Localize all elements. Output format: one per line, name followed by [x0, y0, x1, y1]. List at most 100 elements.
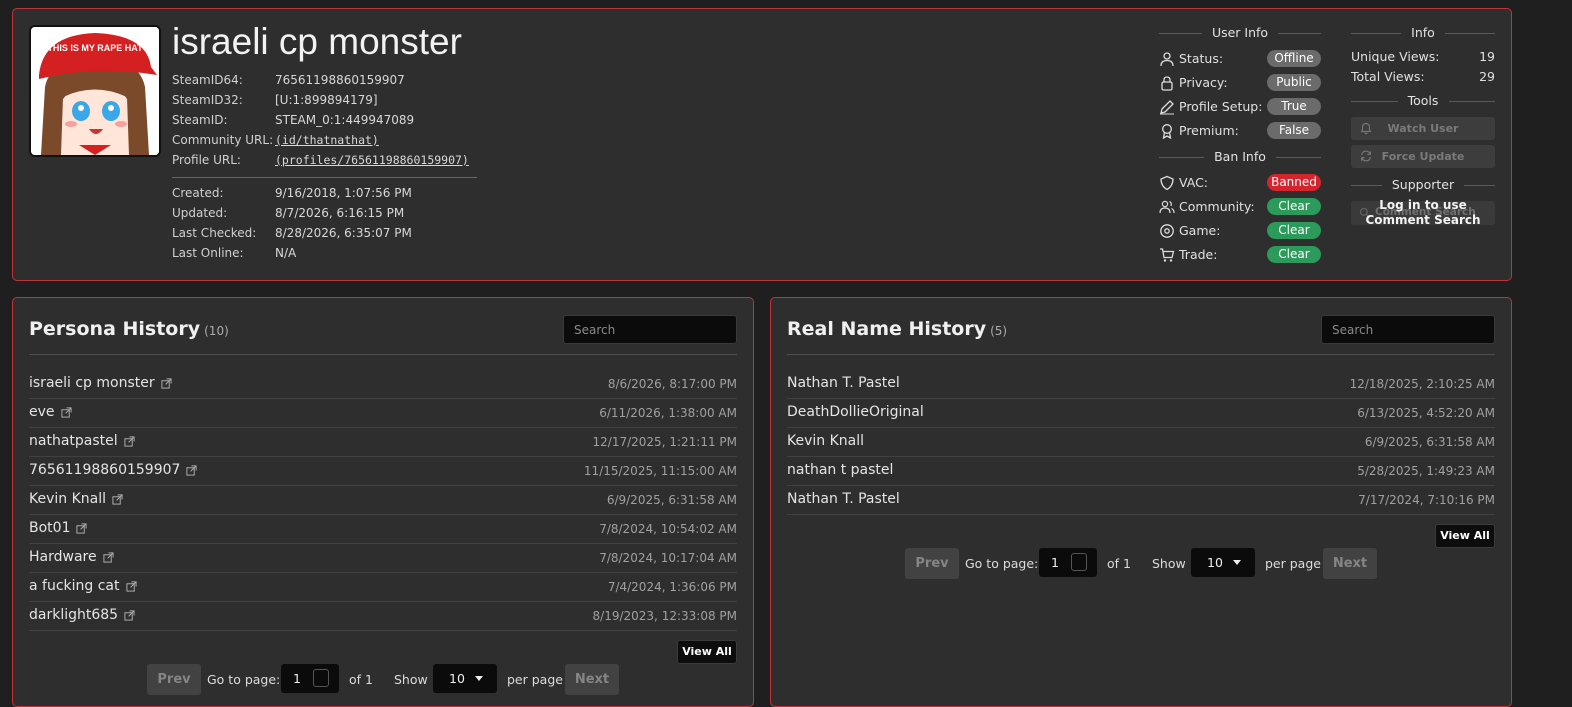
real-name-history-panel: Real Name History(5) Nathan T. Pastel 12/… [770, 297, 1512, 707]
history-date: 7/8/2024, 10:17:04 AM [599, 551, 737, 565]
profile-setup-badge: True [1267, 98, 1321, 115]
list-item: Nathan T. Pastel 12/18/2025, 2:10:25 AM [787, 371, 1495, 399]
real-name-history-list: Nathan T. Pastel 12/18/2025, 2:10:25 AM De… [787, 371, 1495, 516]
real-name-next-button[interactable]: Next [1323, 548, 1377, 579]
external-link-icon[interactable] [186, 464, 198, 476]
stepper-icon[interactable] [1071, 553, 1087, 571]
steamid-value[interactable]: STEAM_0:1:449947089 [275, 113, 414, 127]
premium-badge: False [1267, 122, 1321, 139]
real-name-page-value: 1 [1051, 555, 1059, 570]
steamid64-value[interactable]: 76561198860159907 [275, 73, 405, 87]
total-views-value: 29 [1479, 69, 1495, 84]
real-name-view-all-button[interactable]: View All [1435, 524, 1495, 548]
real-name-prev-button[interactable]: Prev [905, 548, 959, 579]
persona-per-page-label: per page [507, 672, 563, 687]
external-link-icon[interactable] [161, 377, 172, 389]
history-name[interactable]: Bot01 [29, 520, 88, 536]
list-item: nathan t pastel 5/28/2025, 1:49:23 AM [787, 458, 1495, 486]
tools-heading-text: Tools [1407, 93, 1439, 108]
unique-views-label: Unique Views: [1351, 49, 1440, 64]
unique-views-value: 19 [1479, 49, 1495, 64]
list-item: Kevin Knall 6/9/2025, 6:31:58 AM [29, 487, 737, 515]
steamid32-value[interactable]: [U:1:899894179] [275, 93, 378, 107]
award-icon [1162, 124, 1172, 139]
persona-history-title: Persona History (10) [29, 318, 229, 340]
divider [172, 177, 477, 178]
user-info-heading: User Info [1159, 25, 1321, 40]
divider [1448, 101, 1495, 102]
created-label: Created: [172, 186, 224, 200]
persona-show-label: Show [394, 672, 428, 687]
login-to-comment-search-text[interactable]: Log in to use Comment Search [1351, 198, 1495, 228]
history-date: 6/13/2025, 4:52:20 AM [1357, 406, 1495, 420]
history-name[interactable]: Hardware [29, 549, 114, 565]
history-name[interactable]: Kevin Knall [29, 491, 123, 507]
persona-per-page-select[interactable]: 10 [433, 664, 497, 693]
premium-row: Premium: False [1159, 121, 1321, 141]
steamid-label: SteamID: [172, 113, 228, 127]
history-name: DeathDollieOriginal [787, 404, 924, 420]
last-checked-row: Last Checked: 8/28/2026, 6:35:07 PM [172, 226, 412, 240]
history-name[interactable]: 76561198860159907 [29, 462, 198, 478]
history-name-text: Kevin Knall [787, 433, 865, 449]
external-link-icon[interactable] [112, 493, 123, 505]
steamid64-row: SteamID64: 76561198860159907 [172, 73, 405, 87]
force-update-button[interactable]: Force Update [1351, 145, 1495, 168]
history-name-text: eve [29, 404, 55, 420]
real-name-per-page-value: 10 [1207, 555, 1223, 570]
history-date: 7/8/2024, 10:54:02 AM [599, 522, 737, 536]
history-name[interactable]: darklight685 [29, 607, 135, 623]
total-views-row: Total Views: 29 [1351, 69, 1495, 84]
watch-user-button[interactable]: Watch User [1351, 117, 1495, 140]
community-url-link[interactable]: (id/thatnathat) [275, 133, 379, 147]
external-link-icon[interactable] [125, 580, 137, 592]
history-name-text: Nathan T. Pastel [787, 375, 900, 391]
external-link-icon[interactable] [60, 406, 72, 418]
list-item: eve 6/11/2026, 1:38:00 AM [29, 400, 737, 428]
persona-page-input[interactable]: 1 [281, 664, 339, 693]
avatar-hat-text: THIS IS MY RAPE HAT [47, 43, 143, 53]
trade-ban-badge: Clear [1267, 246, 1321, 263]
divider [1351, 33, 1401, 34]
status-row: Status: Offline [1159, 49, 1321, 69]
profile-panel: THIS IS MY RAPE HAT israeli cp monster S… [12, 8, 1512, 281]
divider [1445, 33, 1495, 34]
external-link-icon[interactable] [76, 522, 88, 534]
ban-info-heading-text: Ban Info [1214, 149, 1266, 164]
community-ban-badge: Clear [1267, 198, 1321, 215]
persona-per-page-value: 10 [449, 671, 465, 686]
real-name-per-page-select[interactable]: 10 [1191, 548, 1255, 577]
stepper-icon[interactable] [313, 669, 329, 687]
list-item: nathatpastel 12/17/2025, 1:21:11 PM [29, 429, 737, 457]
history-name-text: Kevin Knall [29, 491, 107, 507]
last-online-row: Last Online: N/A [172, 246, 296, 260]
persona-prev-button[interactable]: Prev [147, 664, 201, 695]
history-name[interactable]: eve [29, 404, 72, 420]
profile-setup-row: Profile Setup: True [1159, 97, 1321, 117]
history-name[interactable]: nathatpastel [29, 433, 135, 449]
persona-next-button[interactable]: Next [565, 664, 619, 695]
external-link-icon[interactable] [103, 551, 114, 563]
history-name[interactable]: a fucking cat [29, 578, 137, 594]
real-name-search-input[interactable] [1321, 315, 1495, 344]
persona-page-value: 1 [293, 671, 301, 686]
real-name-page-input[interactable]: 1 [1039, 548, 1097, 577]
history-name-text: Hardware [29, 549, 97, 565]
external-link-icon[interactable] [124, 609, 135, 621]
force-update-label: Force Update [1381, 150, 1465, 163]
persona-view-all-button[interactable]: View All [677, 640, 737, 664]
real-name-of-label: of 1 [1107, 556, 1131, 571]
trade-ban-row: Trade: Clear [1159, 245, 1321, 265]
persona-history-title-text: Persona History [29, 318, 201, 340]
list-item: 76561198860159907 11/15/2025, 11:15:00 AM [29, 458, 737, 486]
profile-url-label: Profile URL: [172, 153, 241, 167]
last-checked-value: 8/28/2026, 6:35:07 PM [275, 226, 412, 240]
history-name[interactable]: israeli cp monster [29, 375, 172, 391]
comment-search-button[interactable]: Comment Search Log in to use Comment Sea… [1351, 198, 1495, 228]
profile-url-link[interactable]: (profiles/76561198860159907) [275, 153, 469, 167]
list-item: Hardware 7/8/2024, 10:17:04 AM [29, 545, 737, 573]
history-name-text: nathatpastel [29, 433, 118, 449]
persona-search-input[interactable] [563, 315, 737, 344]
divider [1278, 33, 1321, 34]
external-link-icon[interactable] [124, 435, 135, 447]
